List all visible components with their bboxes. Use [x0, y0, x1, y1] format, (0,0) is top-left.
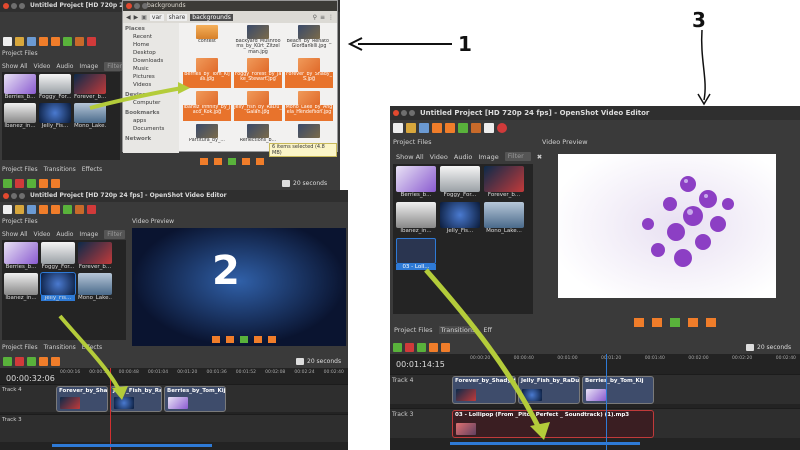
green-arrowhead — [112, 386, 128, 400]
green-arrowhead — [178, 82, 190, 94]
annotation-overlay — [58, 29, 711, 440]
annotation-number-3: 3 — [692, 8, 706, 32]
annotation-number-1: 1 — [458, 32, 472, 56]
green-drag-arrow-1 — [89, 86, 183, 110]
green-drag-arrow-3 — [424, 268, 543, 432]
green-arrowhead — [530, 422, 550, 440]
arrow-3-line — [700, 29, 706, 101]
green-drag-arrow-2 — [58, 314, 122, 393]
